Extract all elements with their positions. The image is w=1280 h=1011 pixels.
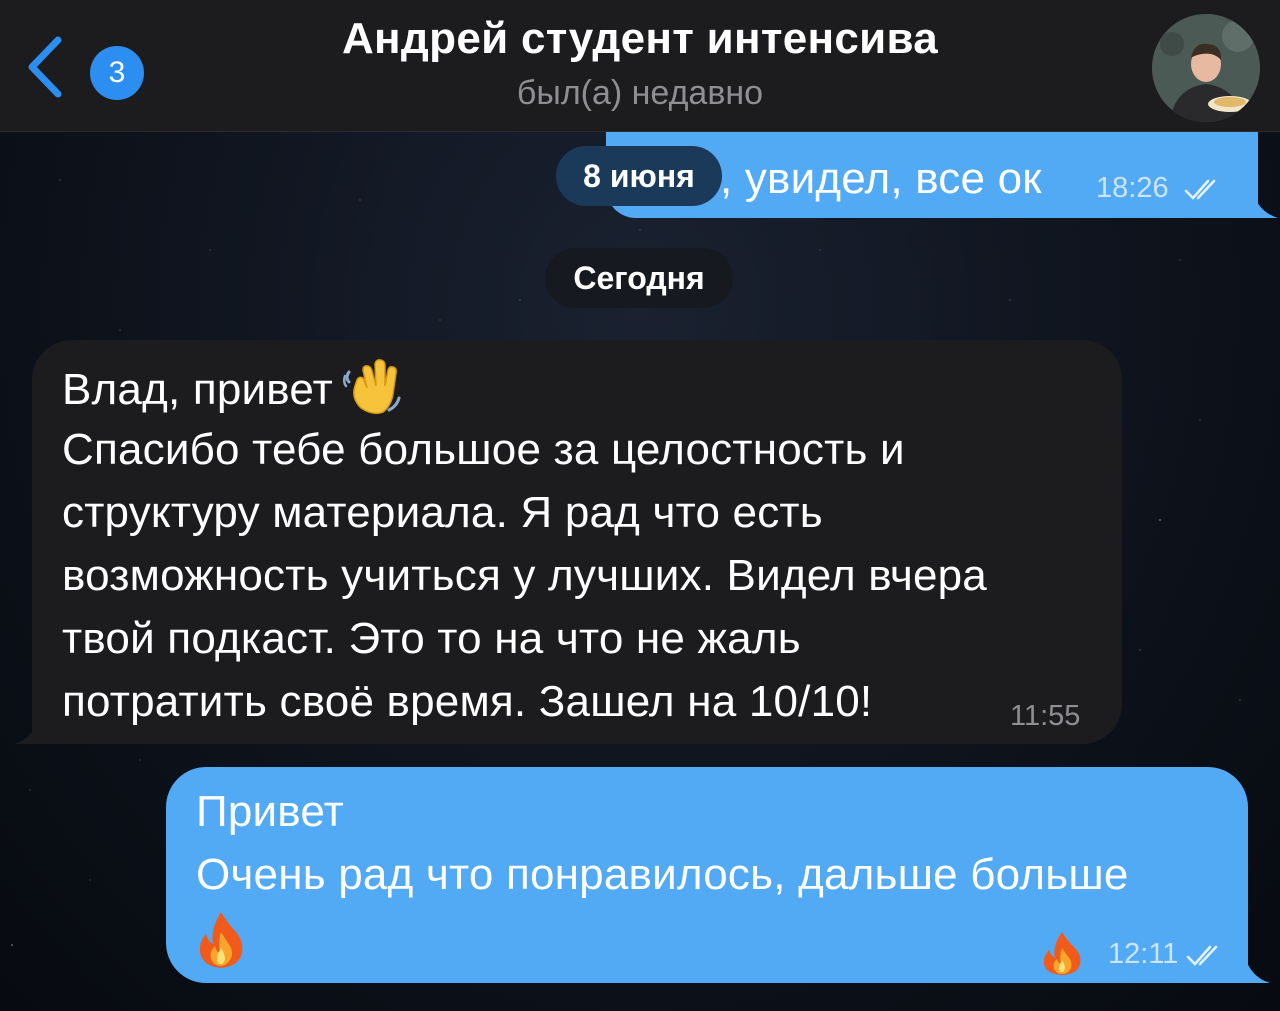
message-line: потратить своё время. Зашел на 10/10! xyxy=(62,677,873,726)
message-line: твой подкаст. Это то на что не жаль xyxy=(62,614,801,663)
double-check-icon xyxy=(1184,179,1216,200)
message-line: возможность учиться у лучших. Видел вчер… xyxy=(62,551,987,600)
unread-count-badge: 3 xyxy=(90,46,144,100)
user-photo-icon xyxy=(1152,14,1260,122)
date-separator: 8 июня xyxy=(556,146,722,206)
fire-reaction-icon[interactable] xyxy=(1040,930,1084,976)
date-separator: Сегодня xyxy=(545,248,733,308)
message-text: , увидел, все ок xyxy=(720,154,1042,203)
message-line: структуру материала. Я рад что есть xyxy=(62,488,823,537)
message-time: 11:55 xyxy=(1010,700,1081,732)
chat-title[interactable]: Андрей студент интенсива xyxy=(240,14,1040,64)
bubble-tail xyxy=(1248,190,1278,218)
message-time: 18:26 xyxy=(1096,172,1169,204)
message-line: Влад, привет xyxy=(62,356,1102,419)
message-bubble-outgoing[interactable]: Привет Очень рад что понравилось, дальше… xyxy=(166,767,1248,983)
message-time: 12:11 xyxy=(1108,938,1179,970)
double-check-icon xyxy=(1186,945,1218,966)
chat-header: 3 Андрей студент интенсива был(а) недавн… xyxy=(0,0,1280,132)
last-seen-status: был(а) недавно xyxy=(516,74,764,112)
bubble-tail xyxy=(14,716,44,744)
avatar[interactable] xyxy=(1152,14,1260,122)
message-line: Очень рад что понравилось, дальше больше xyxy=(196,850,1129,899)
message-bubble-incoming[interactable]: Влад, привет Спасибо тебе большое за цел… xyxy=(32,340,1122,744)
waving-hand-icon xyxy=(342,359,401,415)
bubble-tail xyxy=(1240,954,1270,983)
message-line: Спасибо тебе большое за целостность и xyxy=(62,425,905,474)
fire-icon xyxy=(199,912,243,969)
message-line: Привет xyxy=(196,787,344,836)
back-button[interactable]: 3 xyxy=(20,30,144,102)
chevron-left-icon xyxy=(28,36,62,98)
